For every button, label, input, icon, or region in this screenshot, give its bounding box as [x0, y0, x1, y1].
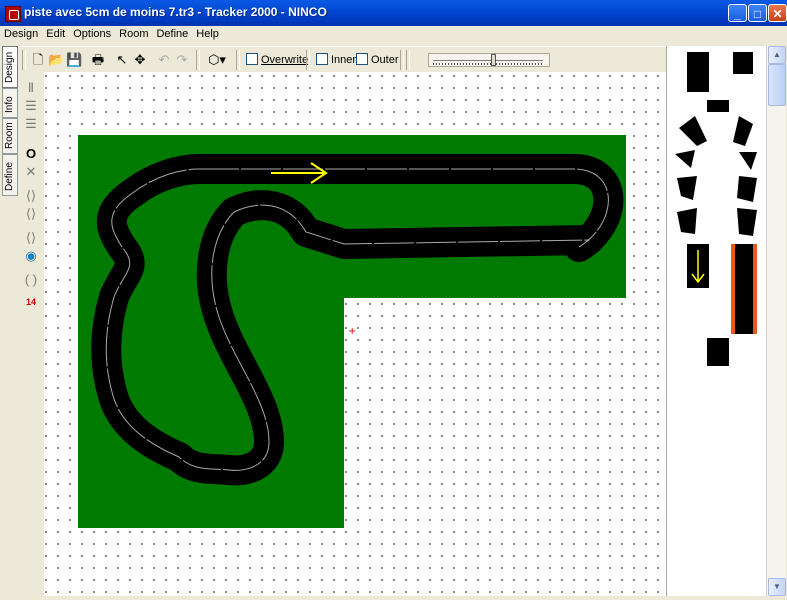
- status-bar: [0, 596, 787, 600]
- number-flag-icon[interactable]: 14: [22, 294, 40, 310]
- toolbar-separator: [306, 50, 310, 70]
- toolbar-separator: [400, 50, 404, 70]
- close-button[interactable]: ✕: [768, 4, 787, 22]
- palette-curve-left[interactable]: [679, 116, 707, 146]
- palette-straight-mini[interactable]: [707, 100, 729, 112]
- lane-change-icon[interactable]: ☰: [22, 98, 40, 114]
- new-document-icon[interactable]: 🗋: [30, 51, 46, 69]
- move-cross-icon[interactable]: ✥: [132, 51, 148, 69]
- maximize-button[interactable]: □: [748, 4, 767, 22]
- tab-design-label: Design: [4, 51, 15, 83]
- palette-border-piece[interactable]: [707, 338, 729, 366]
- menu-edit[interactable]: Edit: [42, 26, 69, 42]
- side-tab-strip: Design Info Room Define: [0, 46, 18, 600]
- palette-curve-left-2[interactable]: [675, 150, 695, 168]
- palette-curve-left-3[interactable]: [677, 176, 697, 200]
- minimize-button[interactable]: _: [728, 4, 747, 22]
- tab-info[interactable]: Info: [2, 88, 18, 118]
- tab-info-label: Info: [4, 96, 15, 113]
- tab-define[interactable]: Define: [2, 154, 18, 196]
- palette-pit-lane-inner: [735, 244, 753, 334]
- double-lane-icon[interactable]: ☰: [22, 116, 40, 132]
- palette-curve-right[interactable]: [733, 116, 753, 146]
- undo-icon[interactable]: ↶: [156, 51, 172, 69]
- palette-pieces-drawing: [675, 52, 757, 366]
- palette-curve-right-4[interactable]: [737, 208, 757, 236]
- crossover-icon[interactable]: ✕: [22, 164, 40, 180]
- toolbar-separator: [196, 50, 200, 70]
- hexagon-dropdown-icon[interactable]: ⬡▾: [204, 51, 230, 69]
- menu-define[interactable]: Define: [152, 26, 192, 42]
- overwrite-label: Overwrite: [261, 54, 309, 66]
- slider-ticks: [433, 63, 543, 65]
- slider-thumb[interactable]: [491, 54, 496, 66]
- inner-label: Inner: [331, 54, 357, 66]
- menu-design[interactable]: Design: [0, 26, 42, 42]
- palette-curve-right-2[interactable]: [739, 152, 757, 170]
- track-tools-column: Ⅱ ☰ ☰ O ✕ ⟨⟩ ⟨⟩ ⟨⟩ ◉ ( ) 14: [18, 72, 44, 600]
- palette-straight-long[interactable]: [687, 52, 709, 92]
- save-disk-icon[interactable]: 💾: [66, 51, 82, 69]
- inner-checkbox[interactable]: Inner: [316, 53, 356, 67]
- track-design-canvas[interactable]: +: [44, 72, 666, 600]
- track-layout-drawing: +: [78, 135, 626, 528]
- track-piece-palette[interactable]: [666, 46, 767, 600]
- title-bar: piste avec 5cm de moins 7.tr3 - Tracker …: [0, 0, 787, 26]
- rotate-icon[interactable]: ◉: [22, 248, 40, 264]
- app-icon: [5, 6, 21, 22]
- outer-label: Outer: [371, 54, 399, 66]
- scroll-up-button[interactable]: ▲: [768, 46, 786, 64]
- tab-room[interactable]: Room: [2, 118, 18, 154]
- arc-icon[interactable]: ( ): [22, 272, 40, 288]
- zoom-slider[interactable]: [428, 53, 550, 67]
- lap-counter-icon[interactable]: ⟨⟩: [22, 230, 40, 246]
- printer-icon[interactable]: 🖶: [90, 51, 106, 69]
- window-title: piste avec 5cm de moins 7.tr3 - Tracker …: [24, 5, 327, 19]
- toolbar-separator: [236, 50, 240, 70]
- open-folder-icon[interactable]: 📂: [48, 51, 64, 69]
- chicane-icon[interactable]: ⟨⟩: [22, 188, 40, 204]
- menu-help[interactable]: Help: [192, 26, 223, 42]
- palette-curve-right-3[interactable]: [737, 176, 757, 202]
- menu-room[interactable]: Room: [115, 26, 152, 42]
- toolbar-separator: [406, 50, 410, 70]
- bridge-icon[interactable]: ⟨⟩: [22, 206, 40, 222]
- arrow-pointer-icon[interactable]: ↖: [114, 51, 130, 69]
- toolbar-grip: [22, 50, 26, 70]
- overwrite-checkbox[interactable]: Overwrite: [246, 53, 308, 67]
- main-toolbar: 🗋 📂 💾 🖶 ↖ ✥ ↶ ↷ ⬡▾ Overwrite Inner Outer: [18, 46, 666, 74]
- outer-checkbox[interactable]: Outer: [356, 53, 399, 67]
- tab-define-label: Define: [4, 162, 15, 191]
- loop-icon[interactable]: O: [22, 146, 40, 162]
- tab-design[interactable]: Design: [2, 46, 18, 88]
- vertical-scrollbar[interactable]: ▲ ▼: [766, 46, 786, 596]
- cursor-marker: +: [348, 326, 356, 337]
- scroll-down-button[interactable]: ▼: [768, 578, 786, 596]
- redo-icon[interactable]: ↷: [174, 51, 190, 69]
- palette-curve-left-4[interactable]: [677, 208, 697, 234]
- menu-bar: Design Edit Options Room Define Help: [0, 26, 787, 42]
- scroll-thumb[interactable]: [768, 64, 786, 106]
- tab-room-label: Room: [4, 122, 15, 149]
- menu-options[interactable]: Options: [69, 26, 115, 42]
- straight-piece-icon[interactable]: Ⅱ: [22, 80, 40, 96]
- palette-straight-short[interactable]: [733, 52, 753, 74]
